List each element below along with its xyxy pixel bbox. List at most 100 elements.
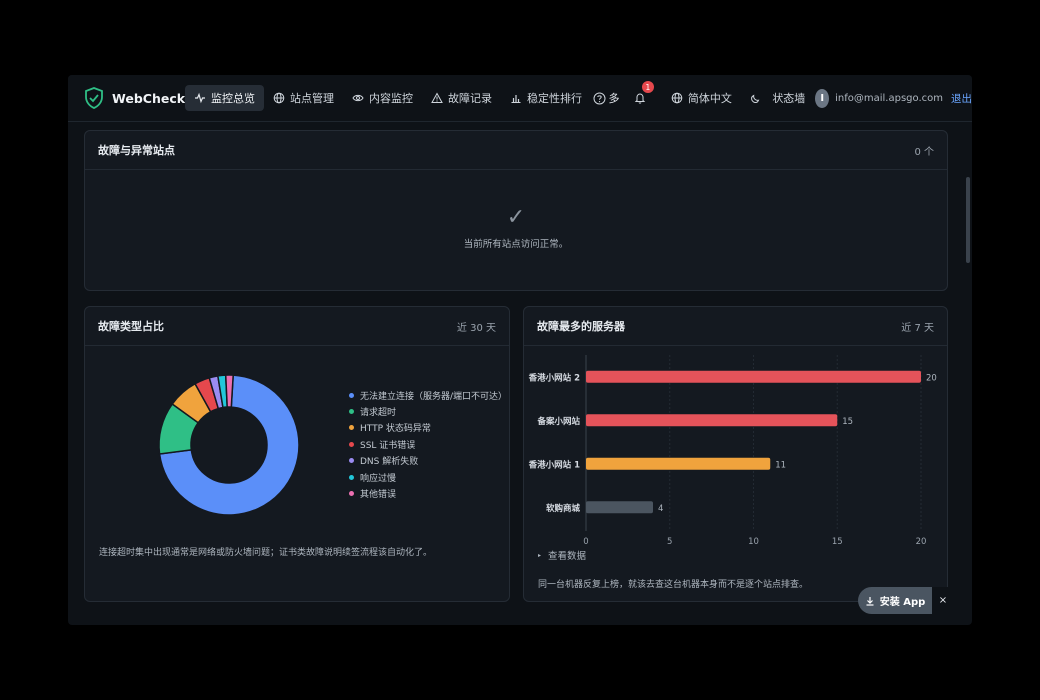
close-install-button[interactable]: ×	[932, 587, 954, 614]
legend-item[interactable]: 无法建立连接（服务器/端口不可达）	[349, 387, 507, 403]
nav-item-label: 监控总览	[211, 92, 256, 105]
eye-icon	[352, 92, 364, 104]
legend-swatch	[349, 409, 354, 415]
notifications-button[interactable]: 1	[631, 81, 654, 110]
help-button[interactable]	[591, 86, 608, 110]
bar-value-label: 4	[658, 504, 663, 514]
faulty-sites-card: 故障与异常站点 0 个 ✓ 当前所有站点访问正常。	[84, 130, 948, 291]
scrollbar[interactable]	[966, 177, 970, 263]
card-header: 故障与异常站点 0 个	[85, 131, 947, 170]
card-header: 故障类型占比 近 30 天	[85, 307, 509, 346]
legend-swatch	[349, 458, 354, 464]
status-wall-link[interactable]: 状态墙	[772, 90, 805, 106]
shield-check-icon	[84, 87, 104, 109]
brand[interactable]: WebCheck	[84, 87, 185, 109]
legend-label: DNS 解析失败	[360, 457, 419, 468]
nav-item-content-monitor[interactable]: 内容监控	[343, 85, 422, 111]
logout-link[interactable]: 退出	[951, 91, 972, 106]
notification-badge: 1	[641, 81, 654, 93]
brand-name: WebCheck	[112, 90, 186, 106]
card-title: 故障与异常站点	[98, 144, 175, 157]
bar-chart-icon	[510, 92, 522, 104]
main-content: 故障与异常站点 0 个 ✓ 当前所有站点访问正常。 故障类型占比 近 30 天 …	[68, 122, 972, 625]
period-label: 近 30 天	[456, 322, 496, 334]
bell-icon	[634, 92, 646, 104]
top-servers-note: 同一台机器反复上榜，就该去查这台机器本身而不是逐个站点排查。	[538, 580, 809, 590]
bar[interactable]	[586, 414, 838, 427]
install-app-label: 安装 App	[879, 597, 926, 608]
x-tick-label: 15	[832, 537, 843, 545]
bar[interactable]	[586, 501, 653, 514]
nav-item-label: 稳定性排行	[527, 92, 583, 105]
nav-item-sites[interactable]: 站点管理	[264, 85, 343, 111]
language-label: 简体中文	[687, 92, 732, 105]
top-servers-card: 故障最多的服务器 近 7 天 0 5 10 15 20 香港小网站 2 20 备案小网站 15 香…	[523, 306, 948, 602]
legend-label: 请求超时	[360, 408, 397, 419]
bar-value-label: 20	[926, 373, 937, 383]
globe-icon	[671, 92, 683, 104]
empty-state-text: 当前所有站点访问正常。	[463, 239, 569, 250]
chart-legend: 无法建立连接（服务器/端口不可达） 请求超时 HTTP 状态码异常 SSL 证书错误 D…	[349, 387, 507, 502]
nav-item-stability-rank[interactable]: 稳定性排行	[501, 85, 591, 111]
check-icon: ✓	[506, 205, 526, 230]
nav-item-label: 站点管理	[290, 92, 335, 105]
legend-swatch	[349, 441, 354, 447]
bar[interactable]	[586, 370, 921, 383]
card-title: 故障类型占比	[98, 320, 164, 333]
pie-slice[interactable]	[224, 374, 234, 408]
top-navbar: WebCheck 监控总览 站点管理 内容监控 故障记录 稳定性排行 多 1 简…	[68, 75, 972, 122]
y-tick-label: 香港小网站 1	[528, 459, 580, 470]
language-selector[interactable]: 简体中文	[662, 85, 741, 111]
legend-label: 无法建立连接（服务器/端口不可达）	[360, 391, 508, 402]
period-label: 近 7 天	[901, 322, 934, 334]
legend-item[interactable]: HTTP 状态码异常	[349, 420, 507, 436]
legend-item[interactable]: 响应过慢	[349, 469, 507, 485]
fault-count: 0 个	[914, 146, 934, 158]
view-data-label: 查看数据	[548, 551, 587, 562]
moon-icon	[750, 92, 762, 104]
legend-label: HTTP 状态码异常	[360, 424, 431, 435]
warning-icon	[431, 92, 443, 104]
legend-swatch	[349, 491, 354, 497]
fault-type-donut-chart	[158, 374, 300, 516]
y-tick-label: 香港小网站 2	[528, 372, 580, 383]
y-tick-label: 软购商城	[546, 503, 581, 514]
legend-label: 响应过慢	[360, 473, 397, 484]
legend-swatch	[349, 392, 354, 398]
empty-state: ✓ 当前所有站点访问正常。	[85, 170, 947, 251]
fault-type-card: 故障类型占比 近 30 天 无法建立连接（服务器/端口不可达） 请求超时 HTTP …	[84, 306, 510, 602]
legend-swatch	[349, 425, 354, 431]
legend-item[interactable]: 请求超时	[349, 403, 507, 419]
download-icon	[865, 596, 875, 606]
nav-item-fault-log[interactable]: 故障记录	[422, 85, 501, 111]
help-icon	[593, 92, 606, 105]
card-header: 故障最多的服务器 近 7 天	[524, 307, 947, 346]
activity-icon	[194, 92, 206, 104]
legend-label: SSL 证书错误	[360, 440, 416, 451]
nav-item-label: 故障记录	[448, 92, 493, 105]
bar[interactable]	[586, 457, 771, 470]
x-tick-label: 0	[583, 537, 588, 545]
user-email: info@mail.apsgo.com	[835, 92, 943, 104]
legend-item[interactable]: 其他错误	[349, 485, 507, 501]
nav-item-label: 内容监控	[369, 92, 414, 105]
legend-item[interactable]: SSL 证书错误	[349, 436, 507, 452]
bar-value-label: 11	[775, 460, 786, 470]
view-data-toggle[interactable]: ▸ 查看数据	[538, 548, 586, 562]
legend-swatch	[349, 474, 354, 480]
globe-icon	[273, 92, 285, 104]
legend-label: 其他错误	[360, 490, 397, 501]
nav-item-overview[interactable]: 监控总览	[185, 85, 265, 111]
app-window: WebCheck 监控总览 站点管理 内容监控 故障记录 稳定性排行 多 1 简…	[68, 75, 972, 625]
more-label[interactable]: 多	[608, 90, 619, 106]
top-servers-bar-chart: 0 5 10 15 20 香港小网站 2 20 备案小网站 15 香港小网站 1 11 软购商城 4	[528, 355, 937, 545]
install-app-button[interactable]: 安装 App	[858, 587, 932, 614]
avatar[interactable]: I	[815, 88, 830, 108]
card-title: 故障最多的服务器	[537, 320, 625, 333]
legend-item[interactable]: DNS 解析失败	[349, 453, 507, 469]
y-tick-label: 备案小网站	[536, 416, 580, 427]
x-tick-label: 20	[916, 537, 927, 545]
x-tick-label: 5	[667, 537, 672, 545]
x-tick-label: 10	[748, 537, 759, 545]
theme-toggle-button[interactable]	[747, 86, 764, 110]
